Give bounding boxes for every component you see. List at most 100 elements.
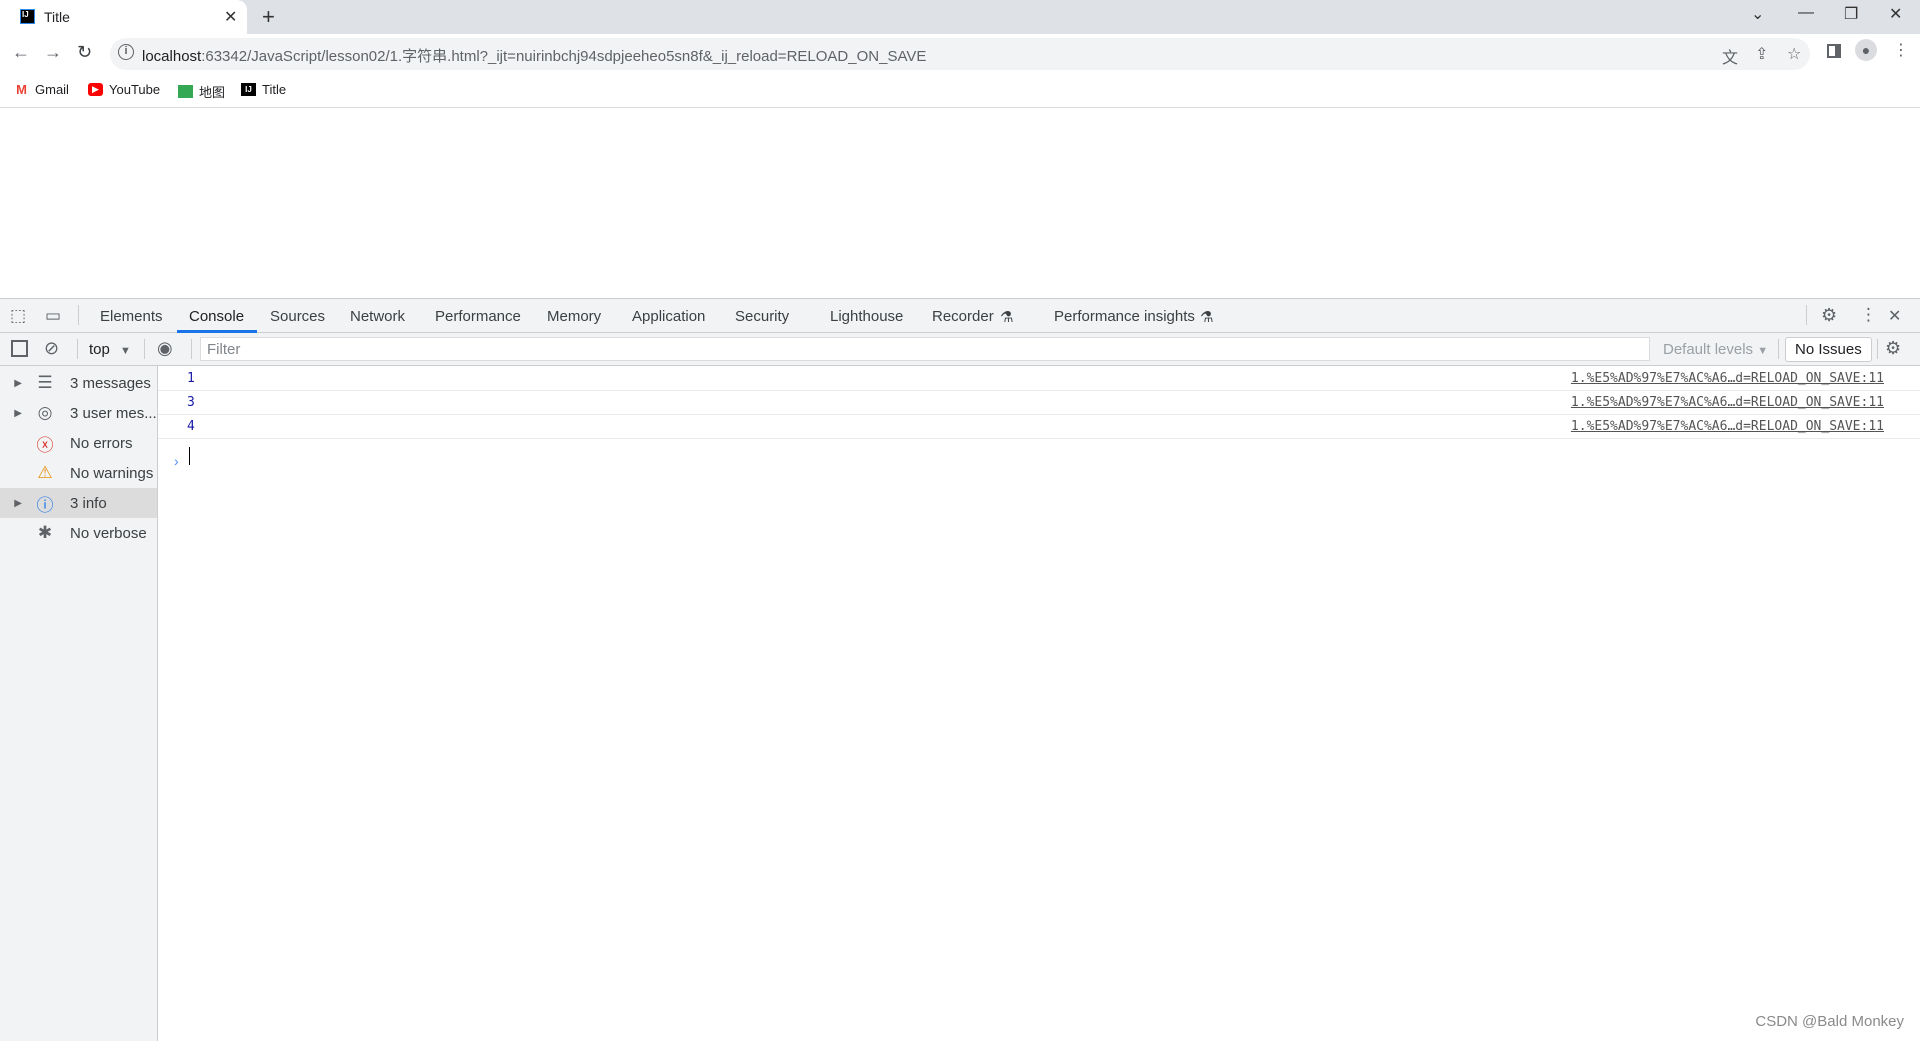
settings-gear-icon[interactable]: ⚙ (1821, 305, 1837, 326)
dropdown-arrow-icon: ▼ (1757, 345, 1769, 357)
share-icon[interactable]: ⇪ (1755, 44, 1768, 64)
message-value: 1 (187, 371, 195, 386)
clear-console-icon[interactable]: ⊘ (44, 338, 59, 359)
sidebar-item-errors[interactable]: ⓧ No errors (0, 428, 157, 458)
maps-icon (178, 85, 193, 98)
filter-input[interactable]: Filter (200, 337, 1650, 361)
bookmark-youtube[interactable]: ▶ YouTube (88, 82, 160, 97)
source-link[interactable]: 1.%E5%AD%97%E7%AC%A6…d=RELOAD_ON_SAVE:11 (1571, 419, 1884, 434)
forward-icon[interactable]: → (44, 42, 62, 63)
console-message: 3 1.%E5%AD%97%E7%AC%A6…d=RELOAD_ON_SAVE:1… (158, 391, 1920, 415)
tab-memory[interactable]: Memory (547, 308, 601, 325)
bookmark-title[interactable]: IJ Title (241, 82, 286, 97)
bookmark-gmail[interactable]: M Gmail (14, 82, 69, 97)
live-expression-eye-icon[interactable]: ◉ (157, 338, 173, 359)
tab-lighthouse[interactable]: Lighthouse (830, 308, 903, 325)
console-settings-icon[interactable]: ⚙ (1885, 338, 1901, 359)
tab-security[interactable]: Security (735, 308, 789, 325)
sidebar-item-label: No warnings (70, 464, 154, 482)
new-tab-button[interactable]: + (262, 4, 275, 30)
close-devtools-icon[interactable]: ✕ (1888, 306, 1901, 326)
tab-performance[interactable]: Performance (435, 308, 521, 325)
source-link[interactable]: 1.%E5%AD%97%E7%AC%A6…d=RELOAD_ON_SAVE:11 (1571, 395, 1884, 410)
minimize-button[interactable]: — (1798, 4, 1814, 22)
restore-button[interactable]: ❐ (1844, 4, 1858, 24)
sidebar-item-warnings[interactable]: ⚠ No warnings (0, 458, 157, 488)
reload-icon[interactable]: ↻ (77, 42, 92, 63)
bookmarks-bar: M Gmail ▶ YouTube 地图 IJ Title (0, 72, 1920, 108)
side-panel-icon[interactable] (1827, 44, 1841, 58)
tab-network[interactable]: Network (350, 308, 405, 325)
close-window-button[interactable]: ✕ (1889, 4, 1902, 24)
list-icon: ☰ (37, 373, 53, 392)
browser-tab[interactable]: IJ Title ✕ (0, 0, 247, 34)
sidebar-item-info[interactable]: ▶ ⓘ 3 info (0, 488, 157, 518)
bookmark-maps[interactable]: 地图 (178, 82, 225, 101)
log-levels-dropdown[interactable]: Default levels ▼ (1663, 341, 1768, 358)
tab-search-icon[interactable]: ⌄ (1751, 4, 1764, 24)
tab-recorder[interactable]: Recorder (932, 308, 994, 325)
youtube-icon: ▶ (88, 83, 103, 96)
info-icon: ⓘ (36, 495, 54, 515)
console-input-caret[interactable] (189, 447, 190, 465)
intellij-icon: IJ (241, 83, 256, 96)
tab-title: Title (44, 9, 70, 25)
source-link[interactable]: 1.%E5%AD%97%E7%AC%A6…d=RELOAD_ON_SAVE:11 (1571, 371, 1884, 386)
bookmark-label: Title (262, 82, 287, 97)
divider (144, 339, 145, 359)
menu-icon[interactable]: ⋮ (1893, 40, 1909, 60)
divider (1778, 339, 1779, 359)
url-text[interactable]: localhost:63342/JavaScript/lesson02/1.字符… (142, 45, 926, 66)
devtools-panel: ⬚ ▭ Elements Console Sources Network Per… (0, 298, 1920, 1041)
message-value: 4 (187, 419, 195, 434)
bookmark-star-icon[interactable]: ☆ (1787, 44, 1801, 64)
device-toolbar-icon[interactable]: ▭ (45, 306, 61, 326)
expand-arrow-icon[interactable]: ▶ (0, 378, 22, 389)
issues-button[interactable]: No Issues (1785, 337, 1872, 362)
sidebar-item-label: 3 info (70, 494, 107, 512)
bug-icon: ✱ (37, 523, 53, 542)
back-icon[interactable]: ← (12, 42, 30, 63)
tab-elements[interactable]: Elements (100, 308, 163, 325)
sidebar-toggle-icon[interactable] (11, 340, 28, 357)
translate-icon[interactable]: 文 (1722, 44, 1738, 68)
tab-console[interactable]: Console (189, 308, 244, 325)
expand-arrow-icon[interactable]: ▶ (0, 498, 22, 509)
bookmark-label: Gmail (35, 82, 69, 97)
console-message: 1 1.%E5%AD%97%E7%AC%A6…d=RELOAD_ON_SAVE:1… (158, 367, 1920, 391)
console-toolbar: ⊘ top ▼ ◉ Filter Default levels ▼ No Iss… (0, 333, 1920, 366)
sidebar-item-label: No errors (70, 434, 133, 452)
prompt-chevron-icon: › (174, 453, 179, 469)
divider (77, 339, 78, 359)
close-tab-icon[interactable]: ✕ (224, 7, 237, 27)
address-bar[interactable]: i localhost:63342/JavaScript/lesson02/1.… (110, 38, 1810, 70)
message-value: 3 (187, 395, 195, 410)
flask-icon: ⚗ (1000, 309, 1014, 326)
sidebar-item-label: 3 messages (70, 374, 151, 392)
profile-avatar-icon[interactable]: ● (1855, 39, 1877, 61)
tab-application[interactable]: Application (632, 308, 705, 325)
error-icon: ⓧ (36, 435, 54, 455)
levels-label: Default levels (1663, 341, 1754, 358)
sidebar-item-label: No verbose (70, 524, 147, 542)
divider (1877, 339, 1878, 359)
more-options-icon[interactable]: ⋮ (1860, 305, 1877, 325)
divider (78, 305, 79, 325)
intellij-favicon-icon: IJ (20, 9, 35, 24)
bookmark-label: 地图 (199, 85, 226, 100)
flask-icon: ⚗ (1200, 309, 1214, 326)
url-path: :63342/JavaScript/lesson02/1.字符串.html?_i… (201, 48, 927, 65)
divider (191, 339, 192, 359)
bookmark-label: YouTube (109, 82, 161, 97)
tab-sources[interactable]: Sources (270, 308, 325, 325)
inspect-element-icon[interactable]: ⬚ (10, 306, 26, 326)
tab-performance-insights[interactable]: Performance insights (1054, 308, 1195, 325)
warning-icon: ⚠ (37, 463, 53, 482)
site-info-icon[interactable]: i (118, 44, 134, 60)
navigation-bar: ← → ↻ i localhost:63342/JavaScript/lesso… (0, 34, 1920, 72)
sidebar-item-verbose[interactable]: ✱ No verbose (0, 518, 157, 548)
context-selector[interactable]: top ▼ (89, 341, 131, 358)
sidebar-item-messages[interactable]: ▶ ☰ 3 messages (0, 368, 157, 398)
sidebar-item-user-messages[interactable]: ▶ ◎ 3 user mes... (0, 398, 157, 428)
expand-arrow-icon[interactable]: ▶ (0, 408, 22, 419)
